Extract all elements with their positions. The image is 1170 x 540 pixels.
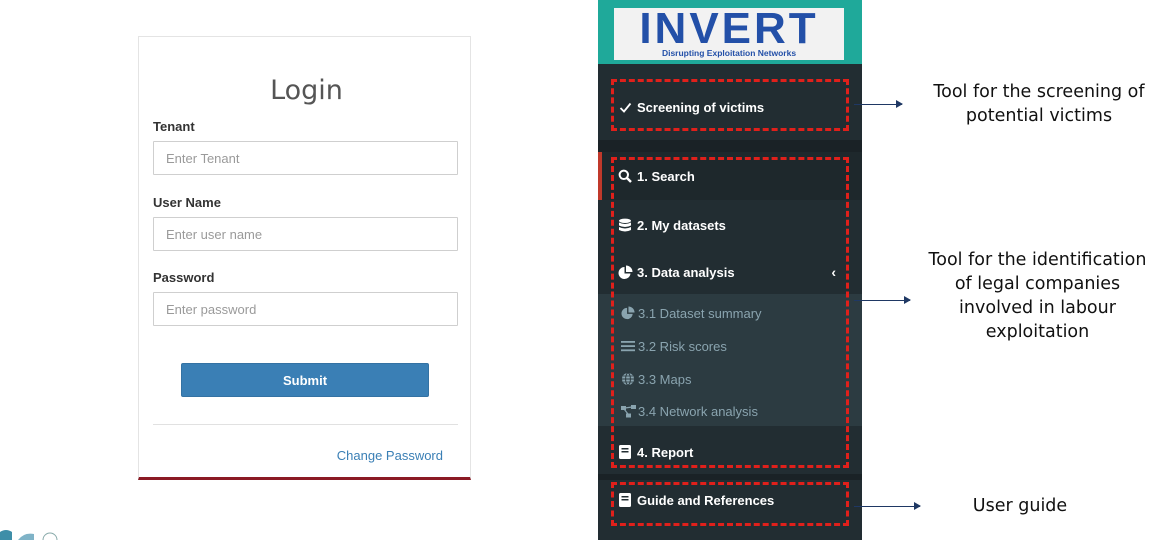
sidebar-item-label: 2. My datasets: [637, 217, 726, 233]
globe-icon: [620, 372, 636, 386]
sidebar-subitem-label: 3.3 Maps: [638, 371, 692, 387]
pie-chart-icon: [620, 306, 636, 320]
annotation-line: involved in labour: [959, 298, 1116, 318]
annotation-line: exploitation: [985, 322, 1090, 342]
sidebar-item-data-analysis[interactable]: 3. Data analysis ‹: [598, 257, 862, 287]
arrow-right-icon: [854, 100, 903, 108]
login-title: Login: [270, 75, 343, 106]
annotation-line: Tool for the screening of: [933, 82, 1145, 102]
card-divider: [153, 424, 458, 425]
sidebar-item-label: Guide and References: [637, 492, 775, 508]
logo-text: INVERT: [639, 4, 819, 53]
network-icon: [620, 404, 636, 418]
screening-annotation: Tool for the screening of potential vict…: [908, 80, 1170, 128]
pie-chart-icon: [617, 265, 633, 280]
sidebar-subitem-dataset-summary[interactable]: 3.1 Dataset summary: [598, 300, 862, 326]
book-icon: [617, 493, 633, 507]
logo-banner: INVERT Disrupting Exploitation Networks: [598, 0, 862, 64]
sidebar-item-search[interactable]: 1. Search: [598, 161, 862, 191]
sidebar-separator-2: [598, 474, 862, 480]
identification-annotation: Tool for the identification of legal com…: [905, 248, 1170, 344]
sidebar-item-screening[interactable]: Screening of victims: [598, 92, 862, 122]
sidebar: INVERT Disrupting Exploitation Networks …: [598, 0, 862, 540]
username-label: User Name: [153, 195, 221, 210]
invert-logo: INVERT Disrupting Exploitation Networks: [614, 4, 844, 60]
tenant-input[interactable]: [153, 141, 458, 175]
arrow-right-icon: [854, 502, 921, 510]
sidebar-item-datasets[interactable]: 2. My datasets: [598, 210, 862, 240]
sidebar-item-report[interactable]: 4. Report: [598, 437, 862, 467]
sidebar-subitem-label: 3.2 Risk scores: [638, 338, 727, 354]
logo-subtitle: Disrupting Exploitation Networks: [661, 48, 797, 58]
annotation-line: of legal companies: [954, 274, 1121, 294]
submit-button[interactable]: Submit: [181, 363, 429, 397]
sidebar-item-label: Screening of victims: [637, 99, 765, 115]
sidebar-subitem-label: 3.4 Network analysis: [638, 403, 758, 419]
password-label: Password: [153, 270, 215, 285]
search-icon: [617, 169, 633, 183]
sidebar-subitem-maps[interactable]: 3.3 Maps: [598, 366, 862, 392]
sidebar-subitem-network-analysis[interactable]: 3.4 Network analysis: [598, 398, 862, 424]
sidebar-item-guide[interactable]: Guide and References: [598, 485, 862, 515]
annotation-line: potential victims: [965, 106, 1113, 126]
username-input[interactable]: [153, 217, 458, 251]
list-icon: [620, 340, 636, 352]
sidebar-item-label: 3. Data analysis: [637, 264, 735, 280]
login-card: Login Tenant User Name Password Submit C…: [138, 36, 471, 480]
sidebar-separator: [598, 140, 862, 152]
sidebar-item-label: 1. Search: [637, 168, 695, 184]
guide-annotation: User guide: [972, 496, 1068, 516]
sidebar-subitem-risk-scores[interactable]: 3.2 Risk scores: [598, 333, 862, 359]
annotation-line: Tool for the identification: [928, 250, 1147, 270]
change-password-link[interactable]: Change Password: [337, 448, 443, 463]
arrow-right-icon: [854, 296, 911, 304]
password-input[interactable]: [153, 292, 458, 326]
check-icon: [617, 101, 633, 114]
sidebar-subitem-label: 3.1 Dataset summary: [638, 305, 762, 321]
tenant-label: Tenant: [153, 119, 195, 134]
database-icon: [617, 218, 633, 233]
book-icon: [617, 445, 633, 459]
partner-logo-icon: [0, 530, 58, 540]
sidebar-item-label: 4. Report: [637, 444, 694, 460]
chevron-left-icon[interactable]: ‹: [831, 264, 836, 280]
